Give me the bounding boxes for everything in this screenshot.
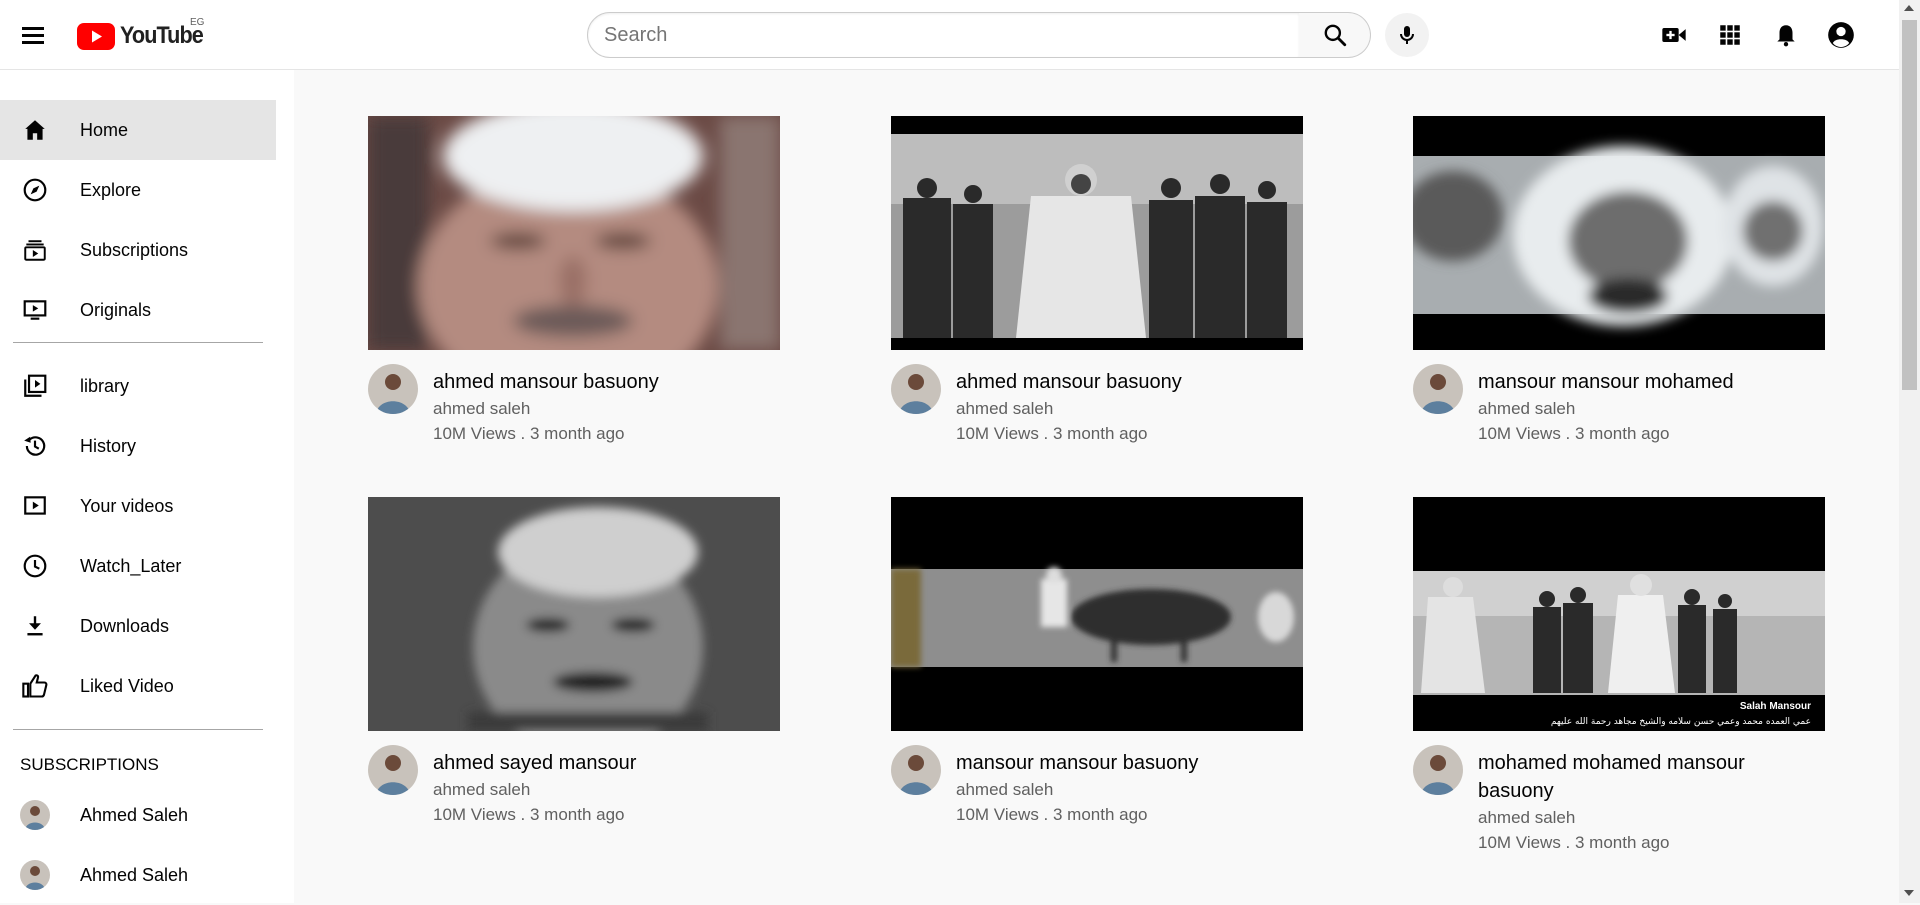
sidebar-item-explore[interactable]: Explore xyxy=(0,160,276,220)
sidebar-item-label: Subscriptions xyxy=(80,239,189,260)
thumbnail-caption-arabic: عمي العمده محمد وعمي حسن سلامه والشيخ مج… xyxy=(1551,717,1811,727)
thumbs-up-icon xyxy=(20,671,50,701)
subscription-channel-name: Ahmed Saleh xyxy=(80,864,189,885)
sidebar-item-label: Home xyxy=(80,119,129,140)
video-meta: 10M Views . 3 month ago xyxy=(956,805,1148,824)
video-thumbnail[interactable]: Salah Mansour عمي العمده محمد وعمي حسن س… xyxy=(1413,497,1825,731)
sidebar-item-originals[interactable]: Originals xyxy=(0,280,276,340)
channel-avatar xyxy=(20,860,50,890)
sidebar-divider xyxy=(13,342,263,343)
channel-avatar[interactable] xyxy=(1413,364,1463,414)
video-meta: 10M Views . 3 month ago xyxy=(433,805,625,824)
search-field xyxy=(587,12,1300,58)
subscriptions-icon xyxy=(20,235,50,265)
video-meta: 10M Views . 3 month ago xyxy=(1478,424,1670,443)
compass-icon xyxy=(20,175,50,205)
video-title[interactable]: mansour mansour basuony xyxy=(956,749,1301,777)
video-meta: 10M Views . 3 month ago xyxy=(1478,833,1670,852)
video-card[interactable]: ahmed mansour basuony ahmed saleh 10M Vi… xyxy=(891,116,1303,443)
sidebar-item-subscriptions[interactable]: Subscriptions xyxy=(0,220,276,280)
sidebar-item-label: Liked Video xyxy=(80,675,174,696)
video-meta: 10M Views . 3 month ago xyxy=(433,424,625,443)
account-icon[interactable] xyxy=(1826,20,1856,50)
subscription-channel-name: Ahmed Saleh xyxy=(80,804,189,825)
sidebar: Home Explore Subscriptions Originals lib… xyxy=(0,70,294,903)
video-channel-name[interactable]: ahmed saleh xyxy=(956,780,1053,800)
notifications-icon[interactable] xyxy=(1771,20,1801,50)
your-videos-icon xyxy=(20,491,50,521)
sidebar-item-history[interactable]: History xyxy=(0,416,276,476)
youtube-play-icon xyxy=(77,22,115,50)
channel-avatar xyxy=(20,800,50,830)
sidebar-item-label: History xyxy=(80,435,137,456)
thumbnail-caption-name: Salah Mansour xyxy=(1740,701,1811,712)
video-channel-name[interactable]: ahmed saleh xyxy=(1478,399,1575,419)
video-title[interactable]: ahmed mansour basuony xyxy=(433,368,778,396)
channel-avatar[interactable] xyxy=(891,745,941,795)
channel-avatar[interactable] xyxy=(368,364,418,414)
scroll-up-arrow-icon[interactable] xyxy=(1904,5,1914,11)
subscription-channel[interactable]: Ahmed Saleh xyxy=(0,845,276,905)
download-icon xyxy=(20,611,50,641)
channel-avatar[interactable] xyxy=(891,364,941,414)
sidebar-item-liked-video[interactable]: Liked Video xyxy=(0,656,276,716)
channel-avatar[interactable] xyxy=(368,745,418,795)
video-card[interactable]: mansour mansour basuony ahmed saleh 10M … xyxy=(891,497,1303,824)
channel-avatar[interactable] xyxy=(1413,745,1463,795)
top-header: YouTube EG xyxy=(0,0,1899,70)
country-code: EG xyxy=(190,17,205,28)
library-icon xyxy=(20,371,50,401)
sidebar-item-label: Watch_Later xyxy=(80,555,182,576)
video-channel-name[interactable]: ahmed saleh xyxy=(1478,808,1575,828)
video-channel-name[interactable]: ahmed saleh xyxy=(956,399,1053,419)
search-icon xyxy=(1324,24,1346,47)
video-card[interactable]: Salah Mansour عمي العمده محمد وعمي حسن س… xyxy=(1413,497,1825,852)
history-icon xyxy=(20,431,50,461)
video-thumbnail[interactable] xyxy=(368,497,780,731)
sidebar-item-library[interactable]: library xyxy=(0,356,276,416)
video-meta: 10M Views . 3 month ago xyxy=(956,424,1148,443)
video-title[interactable]: ahmed sayed mansour xyxy=(433,749,778,777)
subscriptions-section-title: SUBSCRIPTIONS xyxy=(20,755,159,774)
apps-icon[interactable] xyxy=(1715,20,1745,50)
search-input[interactable] xyxy=(588,13,1299,57)
video-thumbnail[interactable] xyxy=(368,116,780,350)
scroll-down-arrow-icon[interactable] xyxy=(1904,890,1914,896)
voice-search-button[interactable] xyxy=(1385,13,1429,57)
menu-icon[interactable] xyxy=(18,21,48,51)
sidebar-divider xyxy=(13,729,263,730)
scrollbar-thumb[interactable] xyxy=(1902,20,1917,390)
video-title[interactable]: mohamed mohamed mansour basuony xyxy=(1478,749,1823,805)
video-channel-name[interactable]: ahmed saleh xyxy=(433,399,530,419)
sidebar-item-label: library xyxy=(80,375,130,396)
home-icon xyxy=(20,115,50,145)
clock-icon xyxy=(20,551,50,581)
page-scrollbar[interactable] xyxy=(1899,0,1920,903)
mic-icon xyxy=(1400,26,1414,44)
video-card[interactable]: mansour mansour mohamed ahmed saleh 10M … xyxy=(1413,116,1825,443)
search-button[interactable] xyxy=(1299,12,1371,58)
sidebar-item-home[interactable]: Home xyxy=(0,100,276,160)
create-video-icon[interactable] xyxy=(1659,20,1689,50)
originals-icon xyxy=(20,295,50,325)
sidebar-item-label: Downloads xyxy=(80,615,170,636)
sidebar-item-watch-later[interactable]: Watch_Later xyxy=(0,536,276,596)
video-thumbnail[interactable] xyxy=(891,116,1303,350)
subscription-channel[interactable]: Ahmed Saleh xyxy=(0,785,276,845)
sidebar-item-label: Originals xyxy=(80,299,152,320)
video-thumbnail[interactable] xyxy=(1413,116,1825,350)
video-card[interactable]: ahmed sayed mansour ahmed saleh 10M View… xyxy=(368,497,780,824)
sidebar-item-label: Your videos xyxy=(80,495,174,516)
video-card[interactable]: ahmed mansour basuony ahmed saleh 10M Vi… xyxy=(368,116,780,443)
video-title[interactable]: ahmed mansour basuony xyxy=(956,368,1301,396)
sidebar-item-downloads[interactable]: Downloads xyxy=(0,596,276,656)
video-channel-name[interactable]: ahmed saleh xyxy=(433,780,530,800)
video-title[interactable]: mansour mansour mohamed xyxy=(1478,368,1823,396)
video-thumbnail[interactable] xyxy=(891,497,1303,731)
sidebar-item-label: Explore xyxy=(80,179,142,200)
sidebar-item-your-videos[interactable]: Your videos xyxy=(0,476,276,536)
